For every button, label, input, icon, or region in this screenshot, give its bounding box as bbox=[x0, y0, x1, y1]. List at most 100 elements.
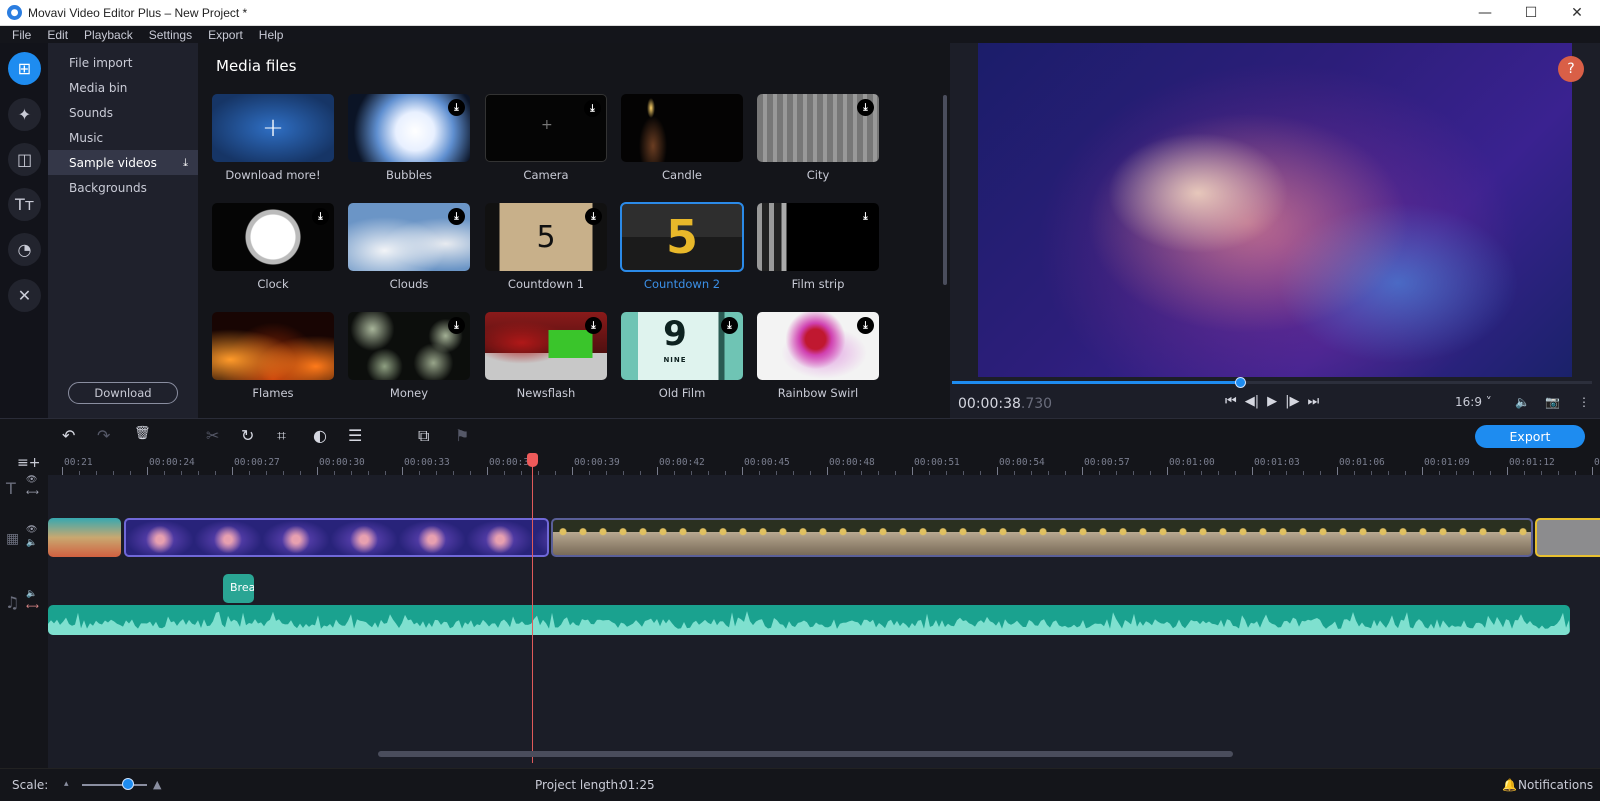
download-icon[interactable]: ⤓ bbox=[312, 208, 329, 225]
scale-slider[interactable] bbox=[82, 784, 147, 786]
redo-icon[interactable]: ↷ bbox=[97, 426, 110, 445]
download-icon[interactable]: ⤓ bbox=[448, 208, 465, 225]
mute-icon[interactable]: 🔈 bbox=[26, 538, 37, 548]
menu-export[interactable]: Export bbox=[208, 28, 243, 42]
delete-icon[interactable]: 🗑 bbox=[134, 426, 151, 441]
visibility-icon[interactable]: 👁 bbox=[26, 525, 37, 535]
ruler-minor-tick bbox=[368, 471, 369, 475]
video-clip-galaxy[interactable] bbox=[124, 518, 549, 557]
rotate-icon[interactable]: ↻ bbox=[241, 426, 254, 445]
playhead[interactable] bbox=[527, 453, 538, 763]
media-tile-city[interactable]: ⤓ City bbox=[757, 94, 879, 182]
close-button[interactable]: ✕ bbox=[1554, 0, 1600, 26]
download-icon[interactable]: ⤓ bbox=[721, 317, 738, 334]
import-icon[interactable]: ⊞ bbox=[8, 52, 41, 85]
media-tile-countdown-1[interactable]: 5 ⤓ Countdown 1 bbox=[485, 203, 607, 291]
snapshot-icon[interactable]: 📷 bbox=[1545, 395, 1560, 409]
media-tile-bubbles[interactable]: ⤓ Bubbles bbox=[348, 94, 470, 182]
menu-file[interactable]: File bbox=[12, 28, 31, 42]
skip-to-start-icon[interactable]: ⏮ bbox=[1225, 394, 1237, 409]
link-icon[interactable]: ⟷ bbox=[26, 488, 39, 498]
menu-help[interactable]: Help bbox=[259, 28, 284, 42]
minimize-button[interactable]: — bbox=[1462, 0, 1508, 26]
media-tile-clouds[interactable]: ⤓ Clouds bbox=[348, 203, 470, 291]
tools-icon[interactable]: ✕ bbox=[8, 279, 41, 312]
media-tile-rainbow-swirl[interactable]: ⤓ Rainbow Swirl bbox=[757, 312, 879, 400]
stickers-icon[interactable]: ◔ bbox=[8, 233, 41, 266]
download-icon[interactable]: ⤓ bbox=[585, 317, 602, 334]
magic-wand-icon[interactable]: ✦ bbox=[8, 98, 41, 131]
next-frame-icon[interactable]: |▶ bbox=[1285, 394, 1299, 409]
help-button[interactable]: ? bbox=[1558, 56, 1584, 82]
notifications-link[interactable]: Notifications bbox=[1518, 778, 1593, 792]
time-ruler[interactable]: ≡+ 00:21 00:00:24 00:00:27 00:00:30 00:00:33… bbox=[0, 453, 1600, 475]
download-icon[interactable]: ⤓ bbox=[857, 208, 874, 225]
zoom-in-icon[interactable]: ▲ bbox=[153, 778, 161, 791]
color-adjust-icon[interactable]: ◐ bbox=[313, 426, 327, 445]
crop-icon[interactable]: ⌗ bbox=[277, 426, 286, 446]
menu-playback[interactable]: Playback bbox=[84, 28, 133, 42]
audio-clip-small[interactable]: Brea bbox=[223, 574, 254, 603]
preview-seek-bar[interactable] bbox=[952, 377, 1592, 388]
video-clip-palms[interactable] bbox=[48, 518, 121, 557]
add-track-icon[interactable]: ≡+ bbox=[17, 455, 40, 471]
download-icon[interactable]: ⤓ bbox=[183, 156, 188, 170]
video-clip-ornaments[interactable] bbox=[551, 518, 1533, 557]
media-tile-countdown-2[interactable]: 5 Countdown 2 bbox=[620, 202, 744, 291]
export-button[interactable]: Export bbox=[1475, 425, 1585, 448]
category-sample-videos[interactable]: Sample videos ⤓ bbox=[48, 150, 198, 175]
media-tile-candle[interactable]: Candle bbox=[621, 94, 743, 182]
audio-clip-main[interactable] bbox=[48, 605, 1570, 635]
download-icon[interactable]: ⤓ bbox=[585, 208, 602, 225]
menu-edit[interactable]: Edit bbox=[47, 28, 68, 42]
seek-handle[interactable] bbox=[1235, 377, 1246, 388]
media-tile-camera[interactable]: + ⤓ Camera bbox=[485, 94, 607, 182]
scale-slider-handle[interactable] bbox=[121, 778, 134, 790]
skip-to-end-icon[interactable]: ⏭ bbox=[1307, 394, 1319, 409]
download-icon[interactable]: ⤓ bbox=[448, 99, 465, 116]
timeline-scrollbar[interactable] bbox=[378, 751, 1233, 757]
cut-icon[interactable]: ✂ bbox=[206, 426, 219, 445]
titles-icon[interactable]: Tт bbox=[8, 188, 41, 221]
category-sounds[interactable]: Sounds bbox=[48, 100, 198, 125]
maximize-button[interactable]: ☐ bbox=[1508, 0, 1554, 26]
category-backgrounds[interactable]: Backgrounds bbox=[48, 175, 198, 200]
zoom-out-icon[interactable]: ▴ bbox=[64, 779, 69, 789]
media-tile-download-more[interactable]: + Download more! bbox=[212, 94, 334, 182]
category-media-bin[interactable]: Media bin bbox=[48, 75, 198, 100]
media-tile-old-film[interactable]: 9 NINE ⤓ Old Film bbox=[621, 312, 743, 400]
media-tile-flames[interactable]: Flames bbox=[212, 312, 334, 400]
media-tile-label: Rainbow Swirl bbox=[777, 386, 859, 400]
link-icon[interactable]: ⟷ bbox=[26, 602, 39, 612]
more-options-icon[interactable]: ⋮ bbox=[1578, 395, 1590, 409]
mute-icon[interactable]: 🔈 bbox=[26, 589, 37, 599]
media-tile-newsflash[interactable]: ⤓ Newsflash bbox=[485, 312, 607, 400]
play-icon[interactable]: ▶ bbox=[1267, 394, 1277, 409]
media-tile-film-strip[interactable]: ⤓ Film strip bbox=[757, 203, 879, 291]
marker-icon[interactable]: ⚑ bbox=[455, 426, 469, 445]
video-clip-selected[interactable] bbox=[1535, 518, 1600, 557]
visibility-icon[interactable]: 👁 bbox=[26, 475, 37, 485]
tool-icon-bar: ⊞ ✦ ◫ Tт ◔ ✕ bbox=[0, 43, 48, 418]
category-music[interactable]: Music bbox=[48, 125, 198, 150]
menu-settings[interactable]: Settings bbox=[149, 28, 192, 42]
media-tile-money[interactable]: ⤓ Money bbox=[348, 312, 470, 400]
ruler-minor-tick bbox=[1541, 471, 1542, 475]
overlay-icon[interactable]: ⧉ bbox=[418, 426, 429, 446]
download-icon[interactable]: ⤓ bbox=[584, 100, 601, 117]
media-scrollbar[interactable] bbox=[943, 95, 947, 285]
category-file-import[interactable]: File import bbox=[48, 50, 198, 75]
undo-icon[interactable]: ↶ bbox=[62, 426, 75, 445]
media-tile-clock[interactable]: ⤓ Clock bbox=[212, 203, 334, 291]
aspect-ratio-dropdown[interactable]: 16:9 ˅ bbox=[1455, 395, 1492, 409]
playhead-handle[interactable] bbox=[527, 453, 538, 467]
previous-frame-icon[interactable]: ◀| bbox=[1245, 394, 1259, 409]
download-icon[interactable]: ⤓ bbox=[857, 317, 874, 334]
download-icon[interactable]: ⤓ bbox=[857, 99, 874, 116]
download-icon[interactable]: ⤓ bbox=[448, 317, 465, 334]
download-button[interactable]: Download bbox=[68, 382, 178, 404]
transitions-icon[interactable]: ◫ bbox=[8, 143, 41, 176]
bell-icon[interactable]: 🔔 bbox=[1502, 778, 1517, 792]
volume-icon[interactable]: 🔈 bbox=[1515, 395, 1530, 409]
clip-properties-icon[interactable]: ☰ bbox=[348, 426, 362, 445]
